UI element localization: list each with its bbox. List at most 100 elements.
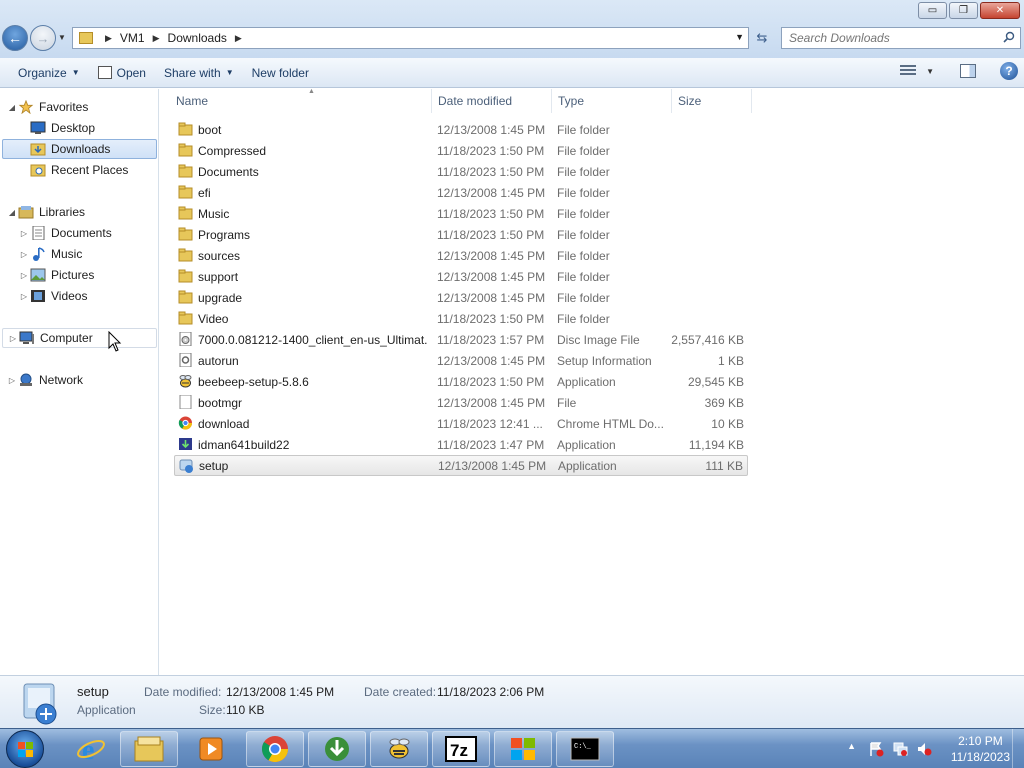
nav-downloads[interactable]: Downloads (2, 139, 157, 159)
expand-arrow-icon[interactable]: ◢ (6, 103, 18, 112)
file-row[interactable]: setup 12/13/2008 1:45 PM Application 111 KB (174, 455, 748, 476)
file-row[interactable]: bootmgr 12/13/2008 1:45 PM File 369 KB (174, 392, 748, 413)
close-button[interactable]: ✕ (980, 2, 1020, 19)
taskbar-windows[interactable] (494, 731, 552, 767)
nav-libraries[interactable]: ◢ Libraries (6, 202, 85, 222)
beebeep-icon (389, 738, 410, 759)
taskbar-media-player[interactable] (182, 731, 240, 767)
breadcrumb-chevron-icon[interactable]: ▶ (235, 33, 242, 44)
windows-logo-icon (511, 738, 535, 760)
network-icon (20, 373, 32, 386)
chrome-icon (261, 736, 289, 763)
back-button[interactable]: ← (2, 25, 28, 51)
help-icon[interactable]: ? (1000, 62, 1018, 80)
nav-pictures[interactable]: ▷ Pictures (18, 265, 94, 285)
breadcrumb-downloads[interactable]: Downloads (168, 31, 227, 45)
expand-arrow-icon[interactable]: ▷ (18, 229, 30, 238)
file-name: Compressed (198, 143, 267, 158)
file-row[interactable]: 7000.0.081212-1400_client_en-us_Ultimat.… (174, 329, 748, 350)
nav-label: Documents (51, 226, 112, 240)
nav-music[interactable]: ▷ Music (18, 244, 82, 264)
nav-favorites[interactable]: ◢ Favorites (6, 97, 88, 117)
column-header-name[interactable]: Name ▲ (170, 88, 432, 113)
taskbar-windows-explorer[interactable] (120, 731, 178, 767)
action-center-flag-icon[interactable] (868, 741, 884, 757)
file-row[interactable]: Programs 11/18/2023 1:50 PM File folder (174, 224, 748, 245)
address-bar[interactable]: ▶ VM1 ▶ Downloads ▶ ▼ (72, 27, 749, 49)
nav-desktop[interactable]: Desktop (30, 118, 95, 138)
file-row[interactable]: efi 12/13/2008 1:45 PM File folder (174, 182, 748, 203)
file-row[interactable]: Video 11/18/2023 1:50 PM File folder (174, 308, 748, 329)
new-folder-button[interactable]: New folder (243, 62, 318, 84)
file-size: 2,557,416 KB (671, 332, 744, 347)
file-row[interactable]: sources 12/13/2008 1:45 PM File folder (174, 245, 748, 266)
file-type: Application (557, 437, 616, 452)
taskbar-cmd[interactable]: C:\_ (556, 731, 614, 767)
expand-arrow-icon[interactable]: ▷ (7, 334, 19, 343)
file-size: 10 KB (711, 416, 744, 431)
taskbar-beebeep[interactable] (370, 731, 428, 767)
taskbar-internet-explorer[interactable]: e (62, 731, 120, 767)
show-hidden-icons-icon[interactable]: ▲ (847, 741, 856, 751)
change-view-icon[interactable] (900, 65, 917, 77)
chevron-down-icon[interactable]: ▼ (926, 67, 934, 76)
file-row[interactable]: download 11/18/2023 12:41 ... Chrome HTML … (174, 413, 748, 434)
file-row[interactable]: Documents 11/18/2023 1:50 PM File folder (174, 161, 748, 182)
expand-arrow-icon[interactable]: ◢ (6, 208, 18, 217)
start-button[interactable] (6, 730, 44, 768)
network-status-icon[interactable] (892, 741, 908, 757)
preview-pane-icon[interactable] (960, 64, 976, 78)
file-row[interactable]: Compressed 11/18/2023 1:50 PM File folder (174, 140, 748, 161)
beebeep-icon (179, 375, 192, 388)
nav-documents[interactable]: ▷ Documents (18, 223, 112, 243)
file-icon (179, 395, 192, 409)
refresh-button[interactable]: ⇆ (752, 28, 772, 48)
file-row[interactable]: autorun 12/13/2008 1:45 PM Setup Informati… (174, 350, 748, 371)
folder-icon (79, 32, 93, 44)
minimize-button[interactable]: ▭ (918, 2, 947, 19)
nav-computer[interactable]: ▷ Computer (2, 328, 157, 348)
breadcrumb-chevron-icon[interactable]: ▶ (153, 33, 160, 44)
expand-arrow-icon[interactable]: ▷ (18, 271, 30, 280)
search-box[interactable] (781, 27, 1021, 49)
file-row[interactable]: Music 11/18/2023 1:50 PM File folder (174, 203, 748, 224)
nav-recent-places[interactable]: Recent Places (30, 160, 128, 180)
restore-button[interactable]: ❐ (949, 2, 978, 19)
nav-videos[interactable]: ▷ Videos (18, 286, 88, 306)
breadcrumb-vm1[interactable]: VM1 (120, 31, 145, 45)
share-with-button[interactable]: Share with ▼ (155, 62, 243, 84)
expand-arrow-icon[interactable]: ▷ (18, 250, 30, 259)
show-desktop-button[interactable] (1012, 729, 1024, 768)
column-header-label: Name (176, 94, 209, 108)
search-icon[interactable] (1003, 31, 1015, 43)
file-row[interactable]: beebeep-setup-5.8.6 11/18/2023 1:50 PM App… (174, 371, 748, 392)
file-name: Documents (198, 164, 259, 179)
search-input[interactable] (789, 31, 999, 45)
expand-arrow-icon[interactable]: ▷ (18, 292, 30, 301)
open-button[interactable]: Open (89, 62, 155, 84)
taskbar-idm[interactable] (308, 731, 366, 767)
file-name: upgrade (198, 290, 243, 305)
column-header-label: Date modified (438, 94, 513, 108)
organize-button[interactable]: Organize ▼ (9, 62, 89, 84)
file-row[interactable]: idman641build22 11/18/2023 1:47 PM Applica… (174, 434, 748, 455)
column-header-date-modified[interactable]: Date modified (432, 89, 552, 113)
file-row[interactable]: upgrade 12/13/2008 1:45 PM File folder (174, 287, 748, 308)
breadcrumb-chevron-icon[interactable]: ▶ (105, 33, 112, 44)
column-header-type[interactable]: Type (552, 89, 672, 113)
column-header-size[interactable]: Size (672, 89, 752, 113)
expand-arrow-icon[interactable]: ▷ (6, 376, 18, 385)
recent-pages-dropdown[interactable]: ▼ (58, 33, 66, 42)
file-row[interactable]: boot 12/13/2008 1:45 PM File folder (174, 119, 748, 140)
folder-icon (178, 248, 193, 262)
idm-icon (325, 737, 349, 761)
file-row[interactable]: support 12/13/2008 1:45 PM File folder (174, 266, 748, 287)
taskbar-chrome[interactable] (246, 731, 304, 767)
windows-logo-icon (18, 742, 33, 757)
volume-muted-icon[interactable] (916, 741, 932, 757)
clock[interactable]: 2:10 PM 11/18/2023 (951, 733, 1010, 765)
address-dropdown-icon[interactable]: ▼ (735, 32, 744, 42)
taskbar-7zip[interactable]: 7z (432, 731, 490, 767)
forward-button[interactable]: → (30, 25, 56, 51)
nav-network[interactable]: ▷ Network (6, 370, 83, 390)
